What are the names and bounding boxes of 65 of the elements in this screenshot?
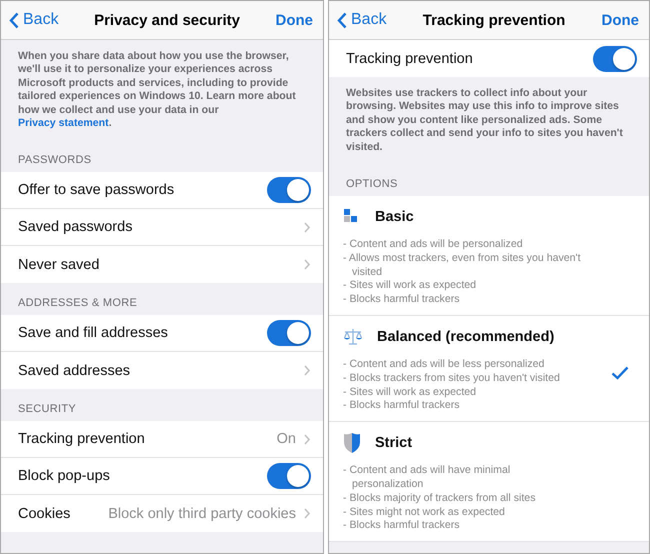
option-point: - Blocks trackers from sites you haven't visited <box>343 372 561 386</box>
screen-title: Privacy and security <box>93 12 241 28</box>
scale-icon <box>343 328 363 346</box>
row-label: Offer to save passwords <box>18 182 176 198</box>
chevron-icon <box>304 365 311 376</box>
option-point: - Blocks majority of trackers from all sites <box>343 492 536 506</box>
option-title: Strict <box>375 435 412 452</box>
settings-row[interactable]: Tracking prevention On <box>1 421 323 458</box>
option-point: - Content and ads will have minimal personalization <box>343 464 512 492</box>
option-point: - Blocks harmful trackers <box>343 399 461 414</box>
chevron-icon <box>304 222 311 233</box>
chevron-icon <box>304 508 311 520</box>
row-label: Tracking prevention <box>18 431 146 448</box>
option-point: - Sites will work as expected <box>343 279 478 294</box>
row-label: Saved addresses <box>18 362 132 379</box>
row-label: Never saved <box>18 256 100 273</box>
row-label: Tracking prevention <box>346 50 474 66</box>
settings-row[interactable]: Save and fill addresses <box>1 315 323 352</box>
back-button[interactable]: Back <box>9 11 59 29</box>
chevron-icon <box>304 434 311 445</box>
done-button[interactable]: Done <box>602 12 639 28</box>
section-header: PASSWORDS <box>17 153 92 168</box>
privacy-description: When you share data about how you use the browser, we'll use it to personalize your experiences across Microsoft products and services, including to provide tailored experiences on Windows 10. Learn more about how we collect and use your data in our Privacy statement. <box>17 49 297 132</box>
option-point: - Blocks harmful trackers <box>343 519 461 534</box>
tracking-description: Websites use trackers to collect info about your browsing. Websites may use this info to improve sites and show you content like personalized ads. Some trackers collect and send your info to sites you haven't visited. <box>345 86 624 155</box>
shield-icon <box>343 432 361 454</box>
checkmark-icon <box>611 366 629 380</box>
row-value: Block only third party cookies <box>108 506 296 522</box>
settings-row[interactable]: Cookies Block only third party cookies <box>1 495 323 532</box>
toggle-switch[interactable] <box>593 46 637 72</box>
chevron-icon <box>304 259 311 270</box>
toggle-switch[interactable] <box>267 320 311 346</box>
row-value: On <box>276 431 296 448</box>
screen-title: Tracking prevention <box>422 12 566 28</box>
back-chevron-icon <box>9 12 19 28</box>
done-button[interactable]: Done <box>276 12 313 28</box>
settings-row[interactable]: Offer to save passwords <box>1 172 323 210</box>
toggle-switch[interactable] <box>267 177 311 204</box>
option-card[interactable]: Basic - Content and ads will be personalized - Allows most trackers, even from sites you haven't visited - Sites will work as expected - Blocks harmful trackers <box>329 196 649 316</box>
option-card[interactable]: Strict - Content and ads will have minimal personalization - Blocks majority of trackers from all sites - Sites might not work as expected - Blocks harmful trackers <box>329 422 649 542</box>
settings-row[interactable]: Tracking prevention <box>329 40 649 77</box>
option-point: - Sites will work as expected <box>343 386 478 400</box>
back-chevron-icon <box>337 12 347 28</box>
back-button[interactable]: Back <box>337 11 387 29</box>
row-label: Block pop-ups <box>18 468 111 484</box>
row-label: Save and fill addresses <box>18 325 169 342</box>
option-point: - Content and ads will be less personalized <box>343 358 546 372</box>
row-label: Saved passwords <box>18 219 134 236</box>
toggle-switch[interactable] <box>267 463 311 490</box>
option-title: Basic <box>375 209 414 226</box>
section-header: OPTIONS <box>345 177 399 192</box>
settings-row[interactable]: Saved passwords <box>1 209 323 246</box>
settings-row[interactable]: Block pop-ups <box>1 458 323 496</box>
section-header: ADDRESSES & MORE <box>17 296 138 312</box>
row-label: Cookies <box>18 506 72 522</box>
option-point: - Allows most trackers, even from sites you haven't visited <box>343 252 582 280</box>
settings-row[interactable]: Saved addresses <box>1 352 323 390</box>
option-card[interactable]: Balanced (recommended) - Content and ads will be less personalized - Blocks trackers from sites you haven't visited - Sites will work as expected - Blocks harmful trackers <box>329 316 649 422</box>
option-point: - Blocks harmful trackers <box>343 293 461 308</box>
option-title: Balanced (recommended) <box>377 329 554 346</box>
settings-row[interactable]: Never saved <box>1 246 323 284</box>
option-point: - Sites might not work as expected <box>343 506 506 520</box>
option-point: - Content and ads will be personalized <box>343 238 524 252</box>
section-header: SECURITY <box>17 402 78 418</box>
privacy-statement-link[interactable]: Privacy statement <box>18 117 109 130</box>
